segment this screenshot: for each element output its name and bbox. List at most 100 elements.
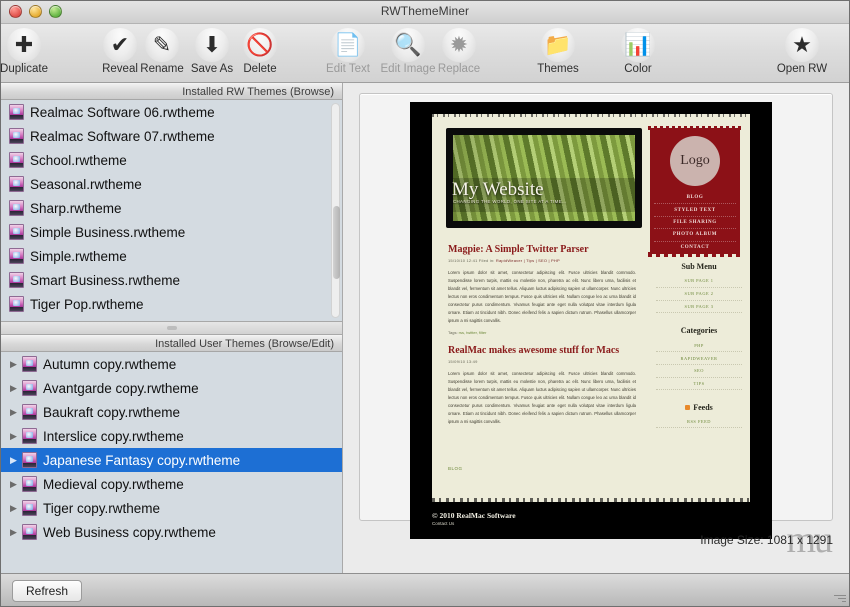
list-item[interactable]: Simple.rwtheme: [1, 244, 342, 268]
site-blog-link[interactable]: BLOG: [448, 466, 463, 471]
list-item[interactable]: Sharp.rwtheme: [1, 196, 342, 220]
list-item-label: Simple Business.rwtheme: [30, 225, 185, 240]
user-themes-list[interactable]: ▶ Autumn copy.rwtheme ▶Avantgarde copy.rwt…: [1, 352, 342, 573]
category-item[interactable]: SEO: [656, 365, 742, 378]
list-item-label: School.rwtheme: [30, 153, 127, 168]
list-item[interactable]: Seasonal.rwtheme: [1, 172, 342, 196]
category-item[interactable]: RAPIDWEAVER: [656, 352, 742, 365]
list-item[interactable]: Simple Business.rwtheme: [1, 220, 342, 244]
rw-themes-list-container[interactable]: Realmac Software 06.rwthemeRealmac Softw…: [1, 100, 342, 321]
user-themes-list-container[interactable]: ▶ Autumn copy.rwtheme ▶Avantgarde copy.rwt…: [1, 352, 342, 573]
bottom-bar: Refresh: [1, 573, 849, 606]
disclosure-triangle-icon[interactable]: ▶: [7, 504, 20, 513]
list-item[interactable]: ▶Avantgarde copy.rwtheme: [1, 376, 342, 400]
sub-menu-list[interactable]: SUB PAGE 1SUB PAGE 2SUB PAGE 3: [656, 275, 742, 313]
feed-item[interactable]: RSS FEED: [656, 415, 742, 428]
user-themes-panel-header: Installed User Themes (Browse/Edit): [1, 335, 342, 352]
list-item[interactable]: ▶ Autumn copy.rwtheme: [1, 352, 342, 376]
categories-heading: Categories: [656, 326, 742, 335]
toolbar-button-label: Duplicate: [0, 63, 48, 75]
theme-screenshot[interactable]: My Website CHANGING THE WORLD, ONE SITE …: [410, 102, 772, 539]
article-title[interactable]: RealMac makes awesome stuff for Macs: [448, 345, 636, 356]
list-item[interactable]: ▶Interslice copy.rwtheme: [1, 424, 342, 448]
resize-grip[interactable]: [833, 591, 846, 604]
list-item[interactable]: Realmac Software 07.rwtheme: [1, 124, 342, 148]
theme-file-icon: [22, 428, 37, 444]
article-body: Lorem ipsum dolor sit amet, consectetur …: [448, 370, 636, 426]
list-item-label: Japanese Fantasy copy.rwtheme: [43, 453, 240, 468]
footer-contact-link[interactable]: Contact Us: [432, 521, 454, 526]
disclosure-triangle-icon[interactable]: ▶: [7, 528, 20, 537]
footer-copyright: © 2010 RealMac Software: [432, 511, 516, 520]
rw-themes-scrollbar-thumb[interactable]: [333, 206, 340, 278]
site-nav-item[interactable]: STYLED TEXT: [654, 204, 736, 216]
categories-list[interactable]: PHPRAPIDWEAVERSEOTIPS: [656, 339, 742, 390]
feeds-heading: Feeds: [693, 403, 713, 412]
sub-menu-item[interactable]: SUB PAGE 1: [656, 275, 742, 288]
theme-file-icon: [9, 128, 24, 144]
site-nav-item[interactable]: BLOG: [654, 192, 736, 204]
theme-file-icon: [9, 200, 24, 216]
site-nav-item[interactable]: PHOTO ALBUM: [654, 229, 736, 241]
list-item[interactable]: ▶Medieval copy.rwtheme: [1, 472, 342, 496]
article-spacer: [448, 335, 636, 345]
folder-icon: 📁: [541, 28, 575, 62]
preview-box: My Website CHANGING THE WORLD, ONE SITE …: [359, 93, 833, 521]
rss-icon: [685, 405, 690, 410]
theme-file-icon: [9, 224, 24, 240]
disclosure-triangle-icon[interactable]: ▶: [7, 456, 20, 465]
site-nav-list[interactable]: BLOGSTYLED TEXTFILE SHARINGPHOTO ALBUMCO…: [654, 192, 736, 253]
hero-image: [453, 135, 635, 221]
article-body: Lorem ipsum dolor sit amet, consectetur …: [448, 269, 636, 325]
rw-themes-list[interactable]: Realmac Software 06.rwthemeRealmac Softw…: [1, 100, 342, 321]
refresh-button[interactable]: Refresh: [12, 580, 82, 602]
list-item[interactable]: ▶ Japanese Fantasy copy.rwtheme: [1, 448, 342, 472]
list-item-label: Seasonal.rwtheme: [30, 177, 142, 192]
disclosure-triangle-icon[interactable]: ▶: [7, 360, 20, 369]
list-item-label: Autumn copy.rwtheme: [43, 357, 176, 372]
hero-title: My Website: [452, 180, 544, 199]
site-nav-item[interactable]: FILE SHARING: [654, 217, 736, 229]
toolbar-button-themes[interactable]: 📁Themes: [526, 28, 590, 75]
list-item[interactable]: ▶Baukraft copy.rwtheme: [1, 400, 342, 424]
user-themes-panel-title: Installed User Themes (Browse/Edit): [155, 338, 334, 350]
feeds-list[interactable]: RSS FEED: [656, 415, 742, 428]
article-title[interactable]: Magpie: A Simple Twitter Parser: [448, 244, 636, 255]
list-item[interactable]: Smart Business.rwtheme: [1, 268, 342, 292]
rw-themes-scrollbar[interactable]: [331, 103, 340, 318]
sub-menu-heading: Sub Menu: [656, 262, 742, 271]
theme-file-icon: [9, 248, 24, 264]
theme-file-icon: [22, 476, 37, 492]
hero-subtitle: CHANGING THE WORLD, ONE SITE AT A TIME..…: [453, 199, 567, 204]
article-tag-links[interactable]: rss, twitter, filter: [459, 330, 487, 335]
article-meta: 15/09/10 13:49: [448, 359, 636, 364]
sub-menu-item[interactable]: SUB PAGE 2: [656, 288, 742, 301]
split-divider[interactable]: [1, 321, 342, 335]
category-item[interactable]: TIPS: [656, 378, 742, 391]
list-item[interactable]: ▶Tiger copy.rwtheme: [1, 496, 342, 520]
list-item[interactable]: Realmac Software 06.rwtheme: [1, 100, 342, 124]
list-item-label: Web Business copy.rwtheme: [43, 525, 216, 540]
disclosure-triangle-icon[interactable]: ▶: [7, 432, 20, 441]
disclosure-triangle-icon[interactable]: ▶: [7, 480, 20, 489]
theme-file-icon: [9, 176, 24, 192]
theme-file-icon: [22, 404, 37, 420]
plus-icon: ✚: [7, 28, 41, 62]
list-item[interactable]: School.rwtheme: [1, 148, 342, 172]
sub-menu-item[interactable]: SUB PAGE 3: [656, 301, 742, 314]
toolbar-button-label: Edit Text: [326, 63, 370, 75]
toolbar-button-edit-text[interactable]: 📄Edit Text: [316, 28, 380, 75]
list-item[interactable]: Tiger Pop.rwtheme: [1, 292, 342, 316]
toolbar-button-open-rw[interactable]: ★Open RW: [770, 28, 834, 75]
site-nav-item[interactable]: CONTACT: [654, 242, 736, 253]
disclosure-triangle-icon[interactable]: ▶: [7, 384, 20, 393]
article-meta-links[interactable]: RapidWeaver | Tips | SEO | PHP: [495, 258, 560, 263]
list-item[interactable]: ▶ Web Business copy.rwtheme: [1, 520, 342, 544]
toolbar-button-duplicate[interactable]: ✚Duplicate: [0, 28, 56, 75]
category-item[interactable]: PHP: [656, 339, 742, 352]
toolbar-button-delete[interactable]: 🚫Delete: [228, 28, 292, 75]
disclosure-triangle-icon[interactable]: ▶: [7, 408, 20, 417]
toolbar-button-color[interactable]: 📊Color: [606, 28, 670, 75]
themes-sidebar: Installed RW Themes (Browse) Realmac Sof…: [1, 83, 343, 573]
toolbar-button-replace[interactable]: ✹Replace: [427, 28, 491, 75]
